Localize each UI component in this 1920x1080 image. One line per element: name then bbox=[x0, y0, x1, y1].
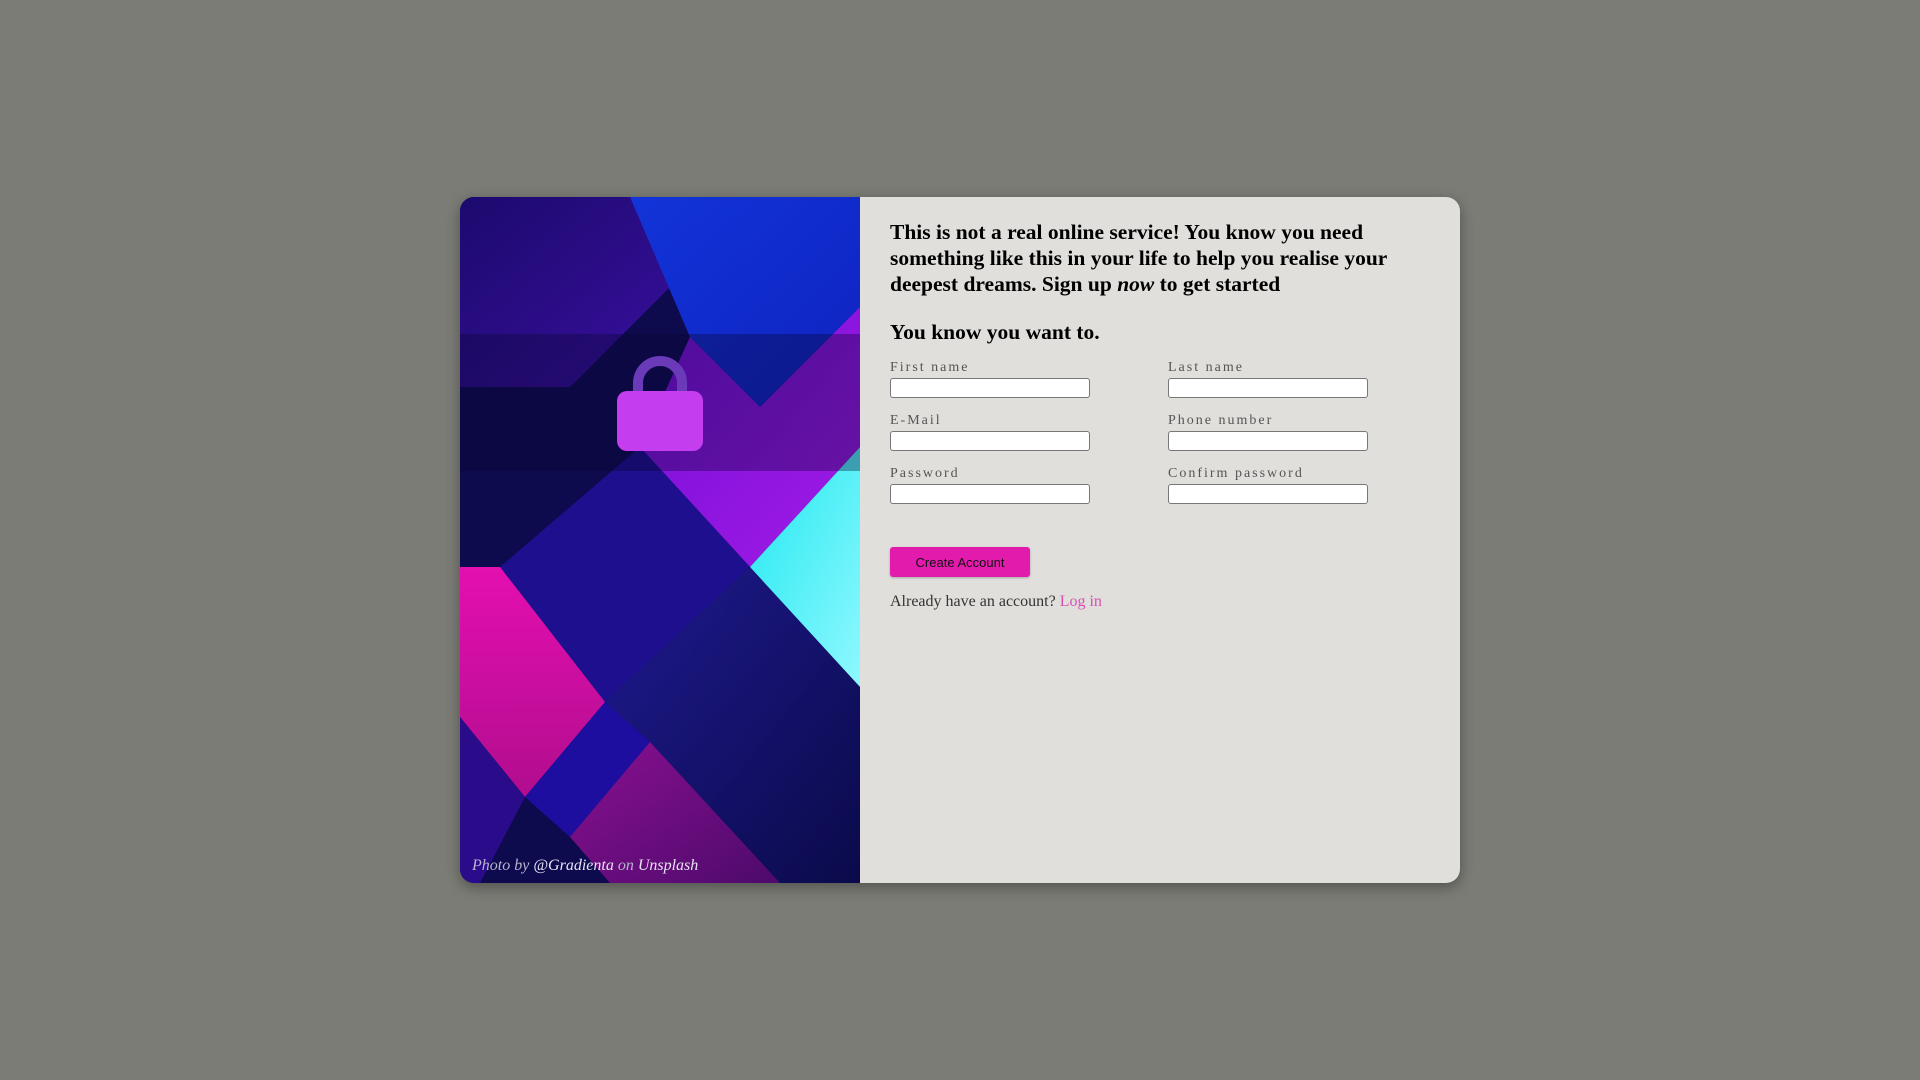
last-name-field: Last name bbox=[1168, 360, 1446, 398]
confirm-password-input[interactable] bbox=[1168, 484, 1368, 504]
decorative-image-panel: Photo by @Gradienta on Unsplash bbox=[460, 197, 860, 883]
last-name-input[interactable] bbox=[1168, 378, 1368, 398]
lock-icon bbox=[617, 356, 703, 451]
signup-card: Photo by @Gradienta on Unsplash This is … bbox=[460, 197, 1460, 883]
password-field: Password bbox=[890, 466, 1168, 504]
phone-input[interactable] bbox=[1168, 431, 1368, 451]
last-name-label: Last name bbox=[1168, 360, 1244, 375]
gradient-background-image bbox=[460, 197, 860, 883]
confirm-password-field: Confirm password bbox=[1168, 466, 1446, 504]
page-subheading: You know you want to. bbox=[890, 320, 1100, 344]
log-in-link[interactable]: Log in bbox=[1060, 593, 1102, 610]
signup-form: First name Last name E-Mail Phone number… bbox=[890, 360, 1446, 577]
email-field: E-Mail bbox=[890, 413, 1168, 451]
first-name-label: First name bbox=[890, 360, 970, 375]
photo-credit: Photo by @Gradienta on Unsplash bbox=[472, 857, 698, 875]
first-name-input[interactable] bbox=[890, 378, 1090, 398]
email-input[interactable] bbox=[890, 431, 1090, 451]
password-input[interactable] bbox=[890, 484, 1090, 504]
confirm-password-label: Confirm password bbox=[1168, 466, 1304, 481]
login-prompt: Already have an account? Log in bbox=[890, 593, 1446, 611]
password-label: Password bbox=[890, 466, 960, 481]
heading-text-end: to get started bbox=[1159, 272, 1281, 296]
credit-site-link[interactable]: Unsplash bbox=[638, 857, 698, 874]
create-account-button[interactable]: Create Account bbox=[890, 547, 1030, 577]
email-label: E-Mail bbox=[890, 413, 942, 428]
page-heading: This is not a real online service! You k… bbox=[890, 219, 1430, 297]
credit-prefix: Photo by bbox=[472, 857, 530, 874]
heading-emphasis: now bbox=[1117, 272, 1155, 296]
signup-form-panel: This is not a real online service! You k… bbox=[860, 197, 1460, 883]
first-name-field: First name bbox=[890, 360, 1168, 398]
credit-on: on bbox=[617, 857, 634, 874]
phone-label: Phone number bbox=[1168, 413, 1274, 428]
login-prompt-text: Already have an account? bbox=[890, 593, 1056, 610]
credit-author-link[interactable]: @Gradienta bbox=[533, 857, 614, 874]
phone-field: Phone number bbox=[1168, 413, 1446, 451]
